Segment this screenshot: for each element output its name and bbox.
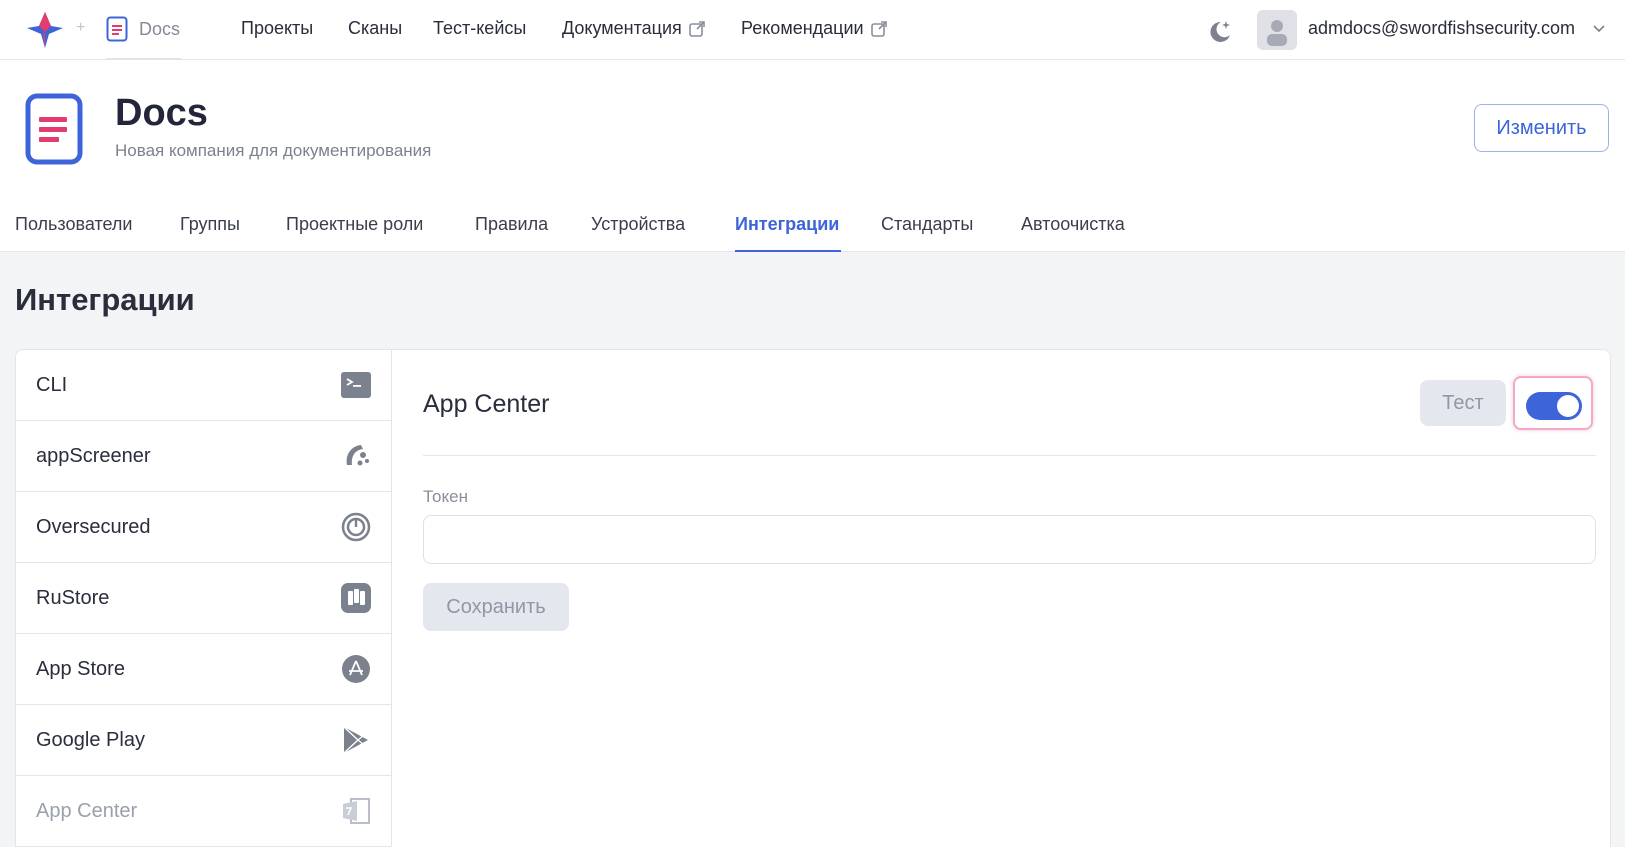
tab-rules[interactable]: Правила bbox=[475, 214, 548, 235]
appscreener-icon bbox=[346, 445, 369, 466]
oversecured-icon bbox=[341, 512, 371, 542]
nav-scans[interactable]: Сканы bbox=[348, 18, 402, 39]
toggle-knob bbox=[1557, 395, 1579, 417]
integration-item-app-center[interactable]: App Center bbox=[16, 776, 392, 847]
app-logo-icon[interactable] bbox=[25, 10, 65, 50]
tab-groups[interactable]: Группы bbox=[180, 214, 240, 235]
integrations-card: CLI appScreener Oversecured RuStore App … bbox=[15, 349, 1611, 847]
breadcrumb-separator: + bbox=[76, 19, 86, 36]
tab-standards[interactable]: Стандарты bbox=[881, 214, 973, 235]
integration-toggle[interactable] bbox=[1526, 392, 1582, 420]
nav-recommendations[interactable]: Рекомендации bbox=[741, 18, 888, 39]
integration-item-google-play[interactable]: Google Play bbox=[16, 705, 392, 776]
nav-test-cases[interactable]: Тест-кейсы bbox=[433, 18, 526, 39]
company-tabs: Пользователи Группы Проектные роли Прави… bbox=[0, 200, 1625, 252]
rustore-icon bbox=[341, 583, 371, 613]
moon-icon[interactable] bbox=[1206, 18, 1232, 44]
token-input[interactable] bbox=[423, 515, 1596, 564]
integration-label: App Center bbox=[36, 799, 138, 822]
company-document-icon bbox=[25, 93, 83, 165]
save-button[interactable]: Сохранить bbox=[423, 583, 569, 631]
token-label: Токен bbox=[423, 487, 468, 506]
page-title: Интеграции bbox=[15, 282, 195, 317]
integration-item-oversecured[interactable]: Oversecured bbox=[16, 492, 392, 563]
test-button[interactable]: Тест bbox=[1420, 380, 1506, 426]
terminal-icon bbox=[341, 372, 371, 398]
external-link-icon bbox=[870, 20, 887, 37]
chevron-down-icon[interactable] bbox=[1592, 22, 1606, 36]
integration-label: CLI bbox=[36, 373, 68, 396]
app-store-icon bbox=[342, 655, 370, 683]
integration-label: RuStore bbox=[36, 586, 110, 609]
tab-users[interactable]: Пользователи bbox=[15, 214, 132, 235]
tab-integrations[interactable]: Интеграции bbox=[735, 214, 839, 235]
tab-project-roles[interactable]: Проектные роли bbox=[286, 214, 423, 235]
edit-company-button[interactable]: Изменить bbox=[1474, 104, 1609, 152]
app-center-icon bbox=[343, 798, 370, 824]
integration-item-app-store[interactable]: App Store bbox=[16, 634, 392, 705]
breadcrumb-underline bbox=[106, 58, 181, 60]
company-name: Docs bbox=[115, 92, 208, 134]
toggle-highlight bbox=[1513, 376, 1593, 430]
top-bar: + Docs Проекты Сканы Тест-кейсы Документ… bbox=[0, 0, 1625, 60]
nav-projects[interactable]: Проекты bbox=[241, 18, 313, 39]
integration-item-rustore[interactable]: RuStore bbox=[16, 563, 392, 634]
document-icon bbox=[106, 16, 128, 42]
divider bbox=[423, 455, 1596, 456]
integrations-content: Интеграции CLI appScreener Oversecured R… bbox=[0, 252, 1625, 847]
nav-documentation[interactable]: Документация bbox=[562, 18, 706, 39]
integration-label: appScreener bbox=[36, 444, 151, 467]
integrations-list: CLI appScreener Oversecured RuStore App … bbox=[16, 350, 392, 847]
tab-autoclean[interactable]: Автоочистка bbox=[1021, 214, 1125, 235]
integration-label: Oversecured bbox=[36, 515, 151, 538]
company-description: Новая компания для документирования bbox=[115, 141, 432, 160]
integration-label: App Store bbox=[36, 657, 125, 680]
integration-item-cli[interactable]: CLI bbox=[16, 350, 392, 421]
integration-title: App Center bbox=[423, 390, 550, 418]
integration-item-appscreener[interactable]: appScreener bbox=[16, 421, 392, 492]
user-email[interactable]: admdocs@swordfishsecurity.com bbox=[1308, 18, 1575, 39]
breadcrumb-company[interactable]: Docs bbox=[139, 19, 180, 40]
user-icon bbox=[1267, 20, 1287, 46]
integration-label: Google Play bbox=[36, 728, 145, 751]
external-link-icon bbox=[688, 20, 705, 37]
avatar[interactable] bbox=[1257, 10, 1297, 50]
google-play-icon bbox=[343, 726, 368, 754]
tab-devices[interactable]: Устройства bbox=[591, 214, 685, 235]
